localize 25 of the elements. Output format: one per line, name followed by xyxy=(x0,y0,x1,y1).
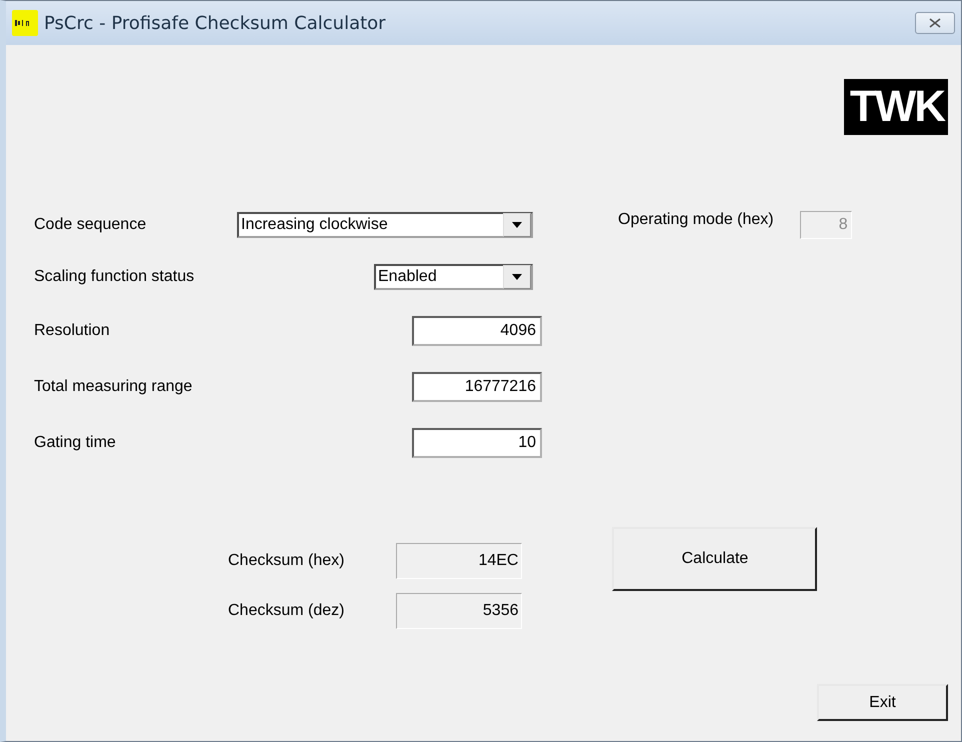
field-label: Total measuring range xyxy=(34,378,192,396)
dropdown[interactable]: Enabled xyxy=(374,264,533,290)
dropdown[interactable]: Increasing clockwise xyxy=(237,212,533,238)
close-icon xyxy=(929,18,941,28)
field-label: Resolution xyxy=(34,322,110,340)
company-logo: TWK xyxy=(844,79,948,135)
calculate-button[interactable]: Calculate xyxy=(612,527,818,591)
output-field: 14EC xyxy=(396,543,522,579)
output-field: 8 xyxy=(800,211,852,239)
field-label: Scaling function status xyxy=(34,268,194,286)
field-label: Code sequence xyxy=(34,216,146,234)
window-title: PsCrc - Profisafe Checksum Calculator xyxy=(44,12,387,34)
field-label: Gating time xyxy=(34,434,116,452)
caret-icon xyxy=(512,222,522,228)
output-field: 5356 xyxy=(396,593,522,629)
input-field[interactable]: 4096 xyxy=(412,316,542,346)
field-label: Checksum (hex) xyxy=(228,552,344,570)
app-icon xyxy=(12,10,38,36)
caret-icon xyxy=(512,274,522,280)
field-label: Checksum (dez) xyxy=(228,602,344,620)
field-label: Operating mode (hex) xyxy=(618,211,774,229)
exit-button[interactable]: Exit xyxy=(817,684,948,721)
input-field[interactable]: 10 xyxy=(412,428,542,458)
close-button[interactable] xyxy=(915,12,955,34)
input-field[interactable]: 16777216 xyxy=(412,372,542,402)
